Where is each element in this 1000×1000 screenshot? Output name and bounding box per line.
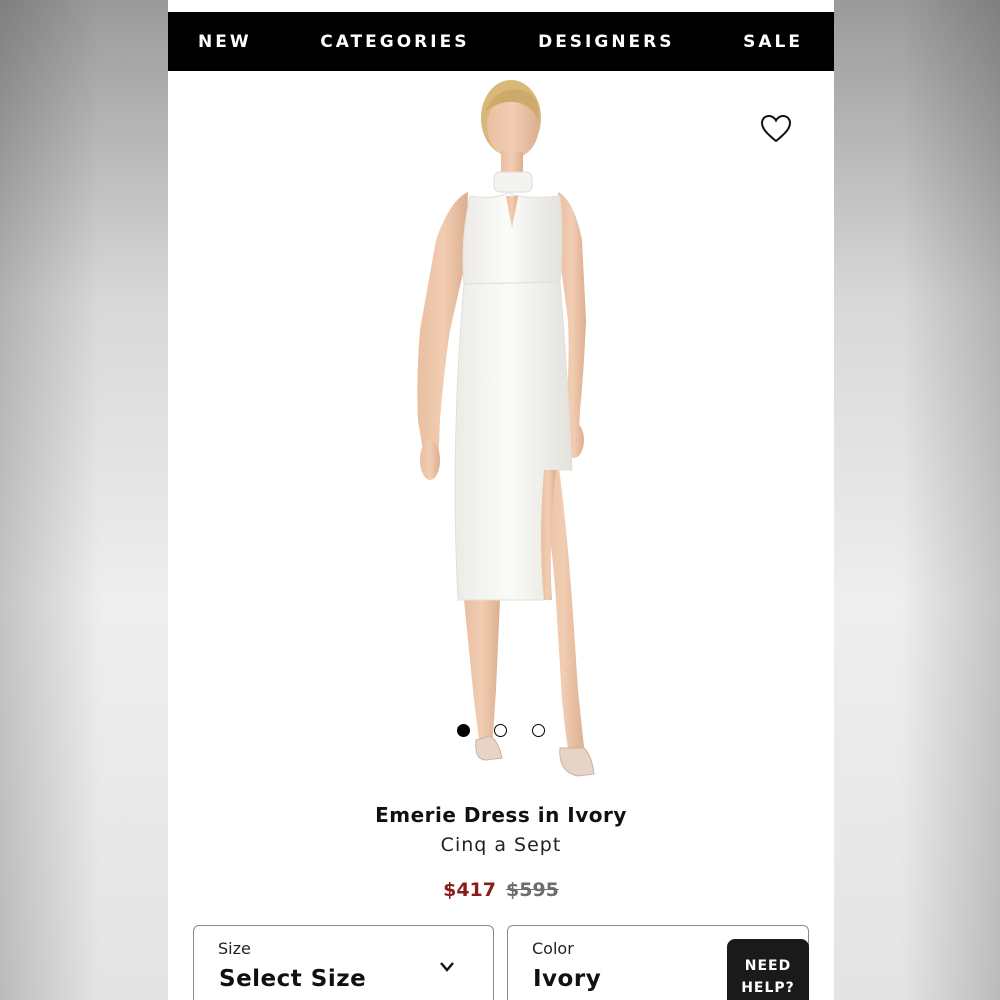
heart-icon[interactable] [760, 114, 792, 144]
chevron-down-icon [440, 962, 454, 972]
product-title: Emerie Dress in Ivory [375, 803, 627, 827]
nav-item-sale[interactable]: SALE [743, 32, 803, 52]
price-block: $417 $595 [168, 879, 834, 901]
image-carousel-dots [168, 724, 834, 738]
carousel-dot-1[interactable] [457, 724, 470, 737]
nav-item-designers[interactable]: DESIGNERS [538, 32, 674, 52]
background-left [0, 0, 168, 1000]
nav-item-new[interactable]: NEW [198, 32, 252, 52]
color-label: Color [532, 939, 574, 958]
top-nav: NEW CATEGORIES DESIGNERS SALE [168, 12, 834, 71]
color-value: Ivory [533, 966, 602, 992]
sale-price: $417 [443, 879, 496, 901]
carousel-dot-3[interactable] [532, 724, 545, 737]
background-right [834, 0, 1000, 1000]
carousel-dot-2[interactable] [494, 724, 507, 737]
size-label: Size [218, 939, 251, 958]
size-value: Select Size [219, 966, 367, 992]
product-page: NEW CATEGORIES DESIGNERS SALE Emerie Dre… [168, 0, 834, 1000]
help-line-2: HELP? [741, 980, 795, 996]
help-line-1: NEED [744, 958, 792, 974]
size-selector[interactable]: Size Select Size [193, 925, 494, 1000]
model-figure [417, 80, 595, 777]
nav-item-categories[interactable]: CATEGORIES [320, 32, 469, 52]
original-price: $595 [506, 879, 559, 901]
product-brand[interactable]: Cinq a Sept [168, 834, 834, 856]
product-image[interactable] [168, 71, 834, 791]
need-help-button[interactable]: NEED HELP? [727, 939, 809, 1000]
